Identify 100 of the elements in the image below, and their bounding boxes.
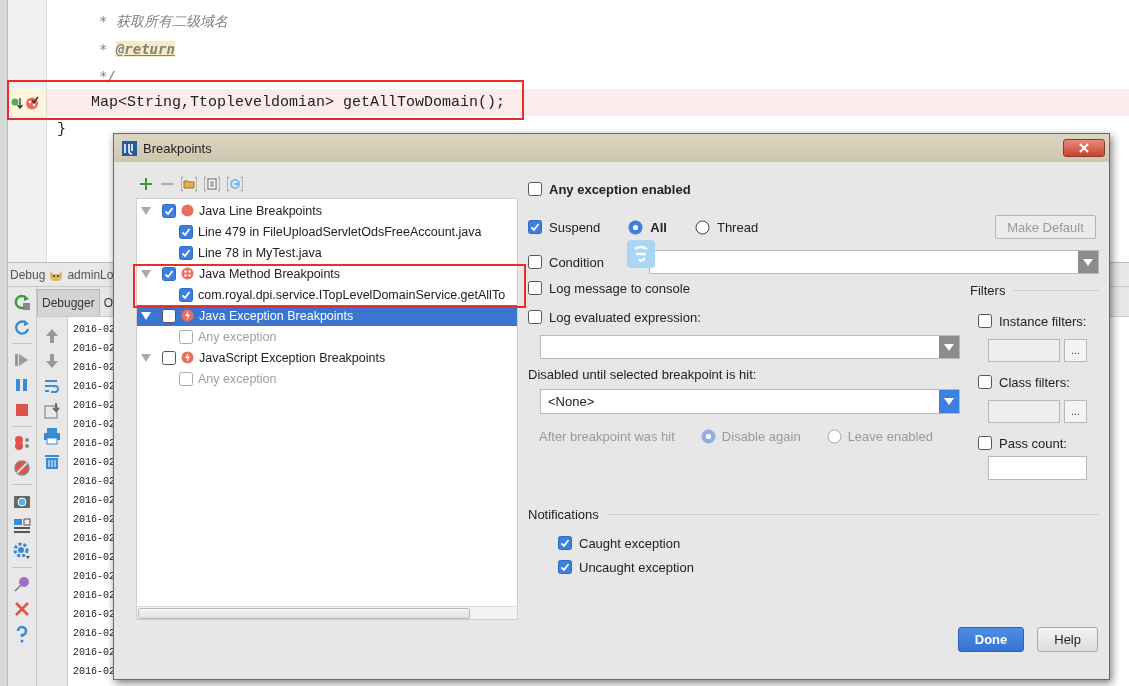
collapse-arrow-icon[interactable] xyxy=(141,269,151,278)
checkbox-label: Log evaluated expression: xyxy=(549,309,701,325)
checkbox[interactable] xyxy=(528,281,542,295)
trash-icon[interactable] xyxy=(43,452,61,470)
log-line: 2016-02 xyxy=(73,419,115,430)
filter-field[interactable] xyxy=(988,339,1060,362)
radio-label: Thread xyxy=(716,219,759,235)
breakpoint-icon[interactable] xyxy=(25,95,39,110)
lightning-icon xyxy=(181,309,194,322)
log-line: 2016-02 xyxy=(73,590,115,601)
log-line: 2016-02 xyxy=(73,362,115,373)
section-title: Filters xyxy=(970,282,1006,298)
checkbox-label: Pass count: xyxy=(999,435,1067,451)
breakpoint-dropdown[interactable]: <None> xyxy=(540,389,960,414)
code-comment: * @return xyxy=(99,40,175,57)
class-icon[interactable] xyxy=(227,176,243,192)
checkbox[interactable] xyxy=(978,375,992,389)
wrap-icon[interactable] xyxy=(43,377,61,395)
restart-icon[interactable] xyxy=(13,318,31,336)
collapse-arrow-icon[interactable] xyxy=(141,206,151,215)
panel-title: Debug xyxy=(10,267,46,282)
tree-item[interactable]: Java Exception Breakpoints xyxy=(137,305,517,326)
import-icon[interactable] xyxy=(43,402,61,420)
log-line: 2016-02 xyxy=(73,343,115,354)
radio-label: All xyxy=(650,219,667,235)
print-icon[interactable] xyxy=(43,427,61,445)
close-button[interactable] xyxy=(1063,139,1105,157)
checkbox[interactable] xyxy=(558,560,572,574)
radio-button[interactable] xyxy=(628,219,644,235)
down-arrow-icon[interactable] xyxy=(43,352,61,370)
section-title: Notifications xyxy=(528,506,599,522)
implements-icon[interactable] xyxy=(11,96,23,109)
log-line: 2016-02 xyxy=(73,438,115,449)
checkbox[interactable] xyxy=(162,203,176,218)
checkbox-label: Condition xyxy=(549,254,604,270)
checkbox[interactable] xyxy=(179,224,193,239)
add-icon[interactable] xyxy=(139,177,153,191)
scrollbar-thumb[interactable] xyxy=(138,607,470,619)
dialog-title: Breakpoints xyxy=(143,140,212,156)
log-line: 2016-02 xyxy=(73,666,115,677)
checkbox[interactable] xyxy=(528,182,542,196)
log-line: 2016-02 xyxy=(73,324,115,335)
checkbox[interactable] xyxy=(558,536,572,550)
log-line: 2016-02 xyxy=(73,476,115,487)
pin-icon[interactable] xyxy=(13,575,31,593)
tree-item[interactable]: Line 78 in MyTest.java xyxy=(137,242,517,263)
checkbox[interactable] xyxy=(179,287,193,302)
rerun-icon[interactable] xyxy=(13,293,31,311)
close-icon[interactable] xyxy=(13,600,31,618)
checkbox-label: Instance filters: xyxy=(999,313,1087,329)
checkbox-label: Class filters: xyxy=(999,374,1070,390)
lightning-icon xyxy=(181,351,194,364)
pass-count-field[interactable] xyxy=(988,456,1087,480)
tree-item[interactable]: Java Line Breakpoints xyxy=(137,200,517,221)
expression-field[interactable] xyxy=(540,335,960,359)
checkbox-label: Uncaught exception xyxy=(579,559,694,575)
stop-icon[interactable] xyxy=(13,401,31,419)
method-breakpoint-icon xyxy=(181,267,194,280)
checkbox-label: Any exception enabled xyxy=(549,181,691,197)
log-line: 2016-02 xyxy=(73,533,115,544)
condition-field[interactable] xyxy=(648,250,1099,274)
checkbox-label: Caught exception xyxy=(579,535,681,551)
tab[interactable]: O xyxy=(99,289,118,316)
checkbox[interactable] xyxy=(162,350,176,365)
field-label: Disabled until selected breakpoint is hit: xyxy=(528,366,757,382)
help-button[interactable]: Help xyxy=(1037,627,1098,652)
checkbox[interactable] xyxy=(528,310,542,324)
filter-field[interactable] xyxy=(988,400,1060,423)
checkbox[interactable] xyxy=(528,220,542,234)
checkbox[interactable] xyxy=(978,314,992,328)
checkbox[interactable] xyxy=(528,255,542,269)
checkbox[interactable] xyxy=(179,245,193,260)
log-line: 2016-02 xyxy=(73,381,115,392)
radio-button[interactable] xyxy=(694,219,710,235)
checkbox[interactable] xyxy=(162,308,176,323)
tab[interactable]: Debugger xyxy=(37,289,100,316)
log-line: 2016-02 xyxy=(73,457,115,468)
collapse-arrow-icon[interactable] xyxy=(141,311,151,320)
collapse-arrow-icon[interactable] xyxy=(141,353,151,362)
run-config-label[interactable]: adminLo xyxy=(67,267,114,282)
breakpoints-icon[interactable] xyxy=(13,434,31,452)
browse-button[interactable]: ... xyxy=(1064,400,1087,423)
checkbox-label: Suspend xyxy=(549,219,601,235)
up-arrow-icon[interactable] xyxy=(43,327,61,345)
done-button[interactable]: Done xyxy=(957,627,1025,652)
folder-icon[interactable] xyxy=(181,176,197,192)
checkbox[interactable] xyxy=(162,266,176,281)
tree-item[interactable]: Line 479 in FileUploadServletOdsFreeAccount.java xyxy=(137,221,517,242)
tree-item[interactable]: Java Method Breakpoints xyxy=(137,263,517,284)
browse-button[interactable]: ... xyxy=(1064,339,1087,362)
checkbox-label: Log message to console xyxy=(549,280,690,296)
layout-icon[interactable] xyxy=(13,517,31,535)
mute-breakpoints-icon[interactable] xyxy=(13,459,31,477)
gear-icon[interactable] xyxy=(13,542,31,560)
file-icon[interactable] xyxy=(204,176,220,192)
checkbox[interactable] xyxy=(978,436,992,450)
app-logo-icon xyxy=(122,140,137,156)
radio-label: Leave enabled xyxy=(847,428,933,444)
tree-item[interactable]: JavaScript Exception Breakpoints xyxy=(137,347,517,368)
tree-item[interactable]: com.royal.dpi.service.ITopLevelDomainService.getAllTo xyxy=(137,284,517,305)
